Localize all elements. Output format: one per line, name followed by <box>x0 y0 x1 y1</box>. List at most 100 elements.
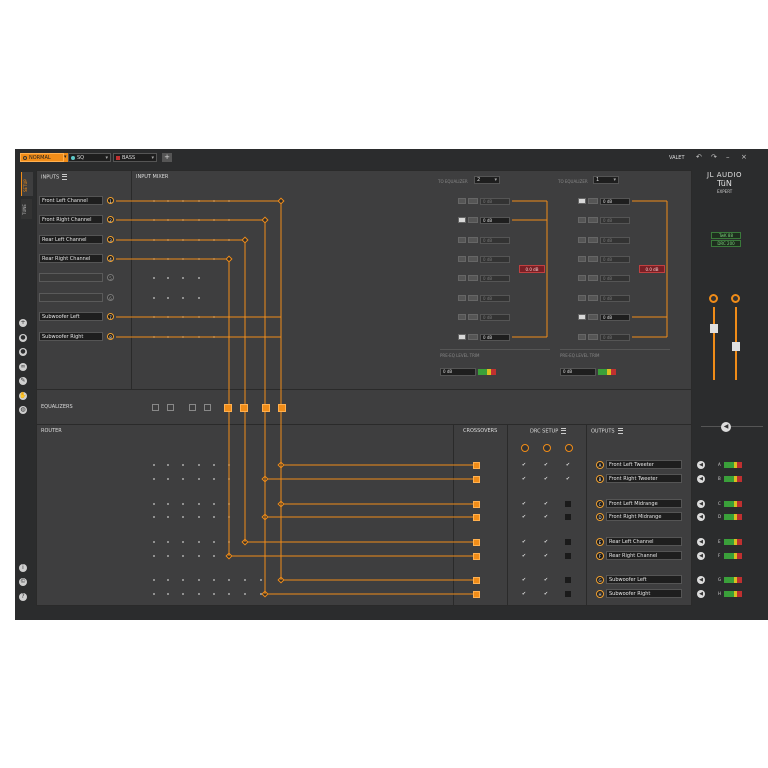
crossover-button[interactable] <box>473 539 480 546</box>
speaker-icon[interactable]: ◀ <box>697 576 705 584</box>
mixer-slider-toggle[interactable] <box>588 334 598 340</box>
mixer-slider-toggle[interactable] <box>468 275 478 281</box>
drc-check[interactable]: ✔ <box>521 577 527 583</box>
drc-unchecked-box[interactable] <box>565 514 571 520</box>
input-name-field[interactable]: Subwoofer Left <box>39 312 103 321</box>
input-number-badge[interactable]: 3 <box>107 236 114 243</box>
drc-check[interactable]: ✔ <box>565 462 571 468</box>
mixer-mute-toggle[interactable] <box>458 314 466 320</box>
mixer-slider-toggle[interactable] <box>588 314 598 320</box>
mixer-mute-toggle[interactable] <box>578 314 586 320</box>
pre-eq-trim-value[interactable]: 0 dB <box>440 368 476 376</box>
speaker-icon[interactable]: ◀ <box>697 461 705 469</box>
crossover-button[interactable] <box>473 553 480 560</box>
mixer-gain-value[interactable]: 0 dB <box>480 217 510 224</box>
mixer-mute-toggle[interactable] <box>578 334 586 340</box>
mixer-mute-toggle[interactable] <box>458 237 466 243</box>
output-letter-badge[interactable]: A <box>596 461 604 469</box>
speaker-icon[interactable]: ◀ <box>697 513 705 521</box>
mixer-gain-value[interactable]: 0 dB <box>480 237 510 244</box>
crossover-button[interactable] <box>473 476 480 483</box>
speaker-icon[interactable]: ◀ <box>697 538 705 546</box>
drc-check[interactable]: ✔ <box>543 539 549 545</box>
drc-unchecked-box[interactable] <box>565 591 571 597</box>
mixer-slider-toggle[interactable] <box>588 198 598 204</box>
output-letter-badge[interactable]: F <box>596 552 604 560</box>
input-number-badge[interactable]: 6 <box>107 294 114 301</box>
equalizer-button[interactable] <box>262 404 270 412</box>
input-name-field[interactable]: Rear Right Channel <box>39 254 103 263</box>
mixer-gain-value[interactable]: 0 dB <box>600 275 630 282</box>
mixer-gain-value[interactable]: 0 dB <box>480 256 510 263</box>
mixer-mute-toggle[interactable] <box>458 198 466 204</box>
drc-check[interactable]: ✔ <box>543 501 549 507</box>
mixer-slider-toggle[interactable] <box>468 256 478 262</box>
mixer-mute-toggle[interactable] <box>458 256 466 262</box>
mixer-gain-value[interactable]: 0 dB <box>480 295 510 302</box>
drc-unchecked-box[interactable] <box>565 577 571 583</box>
mixer-slider-toggle[interactable] <box>468 314 478 320</box>
mixer-slider-toggle[interactable] <box>588 237 598 243</box>
drc-check[interactable]: ✔ <box>521 553 527 559</box>
crossover-button[interactable] <box>473 577 480 584</box>
speaker-icon[interactable]: ◀ <box>697 500 705 508</box>
input-name-field[interactable]: Rear Left Channel <box>39 235 103 244</box>
equalizer-button[interactable] <box>152 404 159 411</box>
mixer-mute-toggle[interactable] <box>458 217 466 223</box>
mixer-gain-value[interactable]: 0 dB <box>600 217 630 224</box>
mixer-gain-value[interactable]: 0 dB <box>600 295 630 302</box>
equalizer-button[interactable] <box>204 404 211 411</box>
input-number-badge[interactable]: 8 <box>107 333 114 340</box>
mixer-gain-value[interactable]: 0 dB <box>600 334 630 341</box>
mixer-gain-value[interactable]: 0 dB <box>480 314 510 321</box>
output-name-field[interactable]: Front Right Midrange <box>606 512 682 521</box>
mixer-slider-toggle[interactable] <box>468 198 478 204</box>
output-letter-badge[interactable]: H <box>596 590 604 598</box>
mixer-mute-toggle[interactable] <box>578 237 586 243</box>
mixer-sum-level[interactable]: 0.0 dB <box>639 265 665 273</box>
crossover-button[interactable] <box>473 514 480 521</box>
input-number-badge[interactable]: 7 <box>107 313 114 320</box>
output-name-field[interactable]: Front Left Midrange <box>606 499 682 508</box>
equalizer-button[interactable] <box>167 404 174 411</box>
crossover-button[interactable] <box>473 462 480 469</box>
drc-check[interactable]: ✔ <box>543 577 549 583</box>
output-name-field[interactable]: Subwoofer Left <box>606 575 682 584</box>
equalizer-button[interactable] <box>240 404 248 412</box>
output-letter-badge[interactable]: C <box>596 500 604 508</box>
mixer-gain-value[interactable]: 0 dB <box>600 256 630 263</box>
drc-unchecked-box[interactable] <box>565 539 571 545</box>
drc-check[interactable]: ✔ <box>521 501 527 507</box>
output-name-field[interactable]: Subwoofer Right <box>606 589 682 598</box>
mixer-gain-value[interactable]: 0 dB <box>480 198 510 205</box>
output-letter-badge[interactable]: E <box>596 538 604 546</box>
mixer-mute-toggle[interactable] <box>578 198 586 204</box>
speaker-icon[interactable]: ◀ <box>697 475 705 483</box>
mixer-slider-toggle[interactable] <box>588 295 598 301</box>
mixer-mute-toggle[interactable] <box>458 334 466 340</box>
input-name-field[interactable] <box>39 273 103 282</box>
drc-check[interactable]: ✔ <box>521 539 527 545</box>
mixer-slider-toggle[interactable] <box>468 217 478 223</box>
drc-knob[interactable] <box>543 444 551 452</box>
input-number-badge[interactable]: 5 <box>107 274 114 281</box>
drc-check[interactable]: ✔ <box>543 591 549 597</box>
drc-check[interactable]: ✔ <box>543 462 549 468</box>
output-name-field[interactable]: Rear Right Channel <box>606 551 682 560</box>
mixer-mute-toggle[interactable] <box>458 295 466 301</box>
crossover-button[interactable] <box>473 501 480 508</box>
input-number-badge[interactable]: 4 <box>107 255 114 262</box>
drc-check[interactable]: ✔ <box>521 476 527 482</box>
mixer-mute-toggle[interactable] <box>578 256 586 262</box>
drc-unchecked-box[interactable] <box>565 553 571 559</box>
mixer-gain-value[interactable]: 0 dB <box>600 314 630 321</box>
crossover-button[interactable] <box>473 591 480 598</box>
mixer-sum-level[interactable]: 0.0 dB <box>519 265 545 273</box>
output-letter-badge[interactable]: D <box>596 513 604 521</box>
mixer-gain-value[interactable]: 0 dB <box>480 334 510 341</box>
input-number-badge[interactable]: 2 <box>107 216 114 223</box>
drc-check[interactable]: ✔ <box>521 462 527 468</box>
input-name-field[interactable] <box>39 293 103 302</box>
speaker-icon[interactable]: ◀ <box>697 552 705 560</box>
drc-check[interactable]: ✔ <box>521 591 527 597</box>
